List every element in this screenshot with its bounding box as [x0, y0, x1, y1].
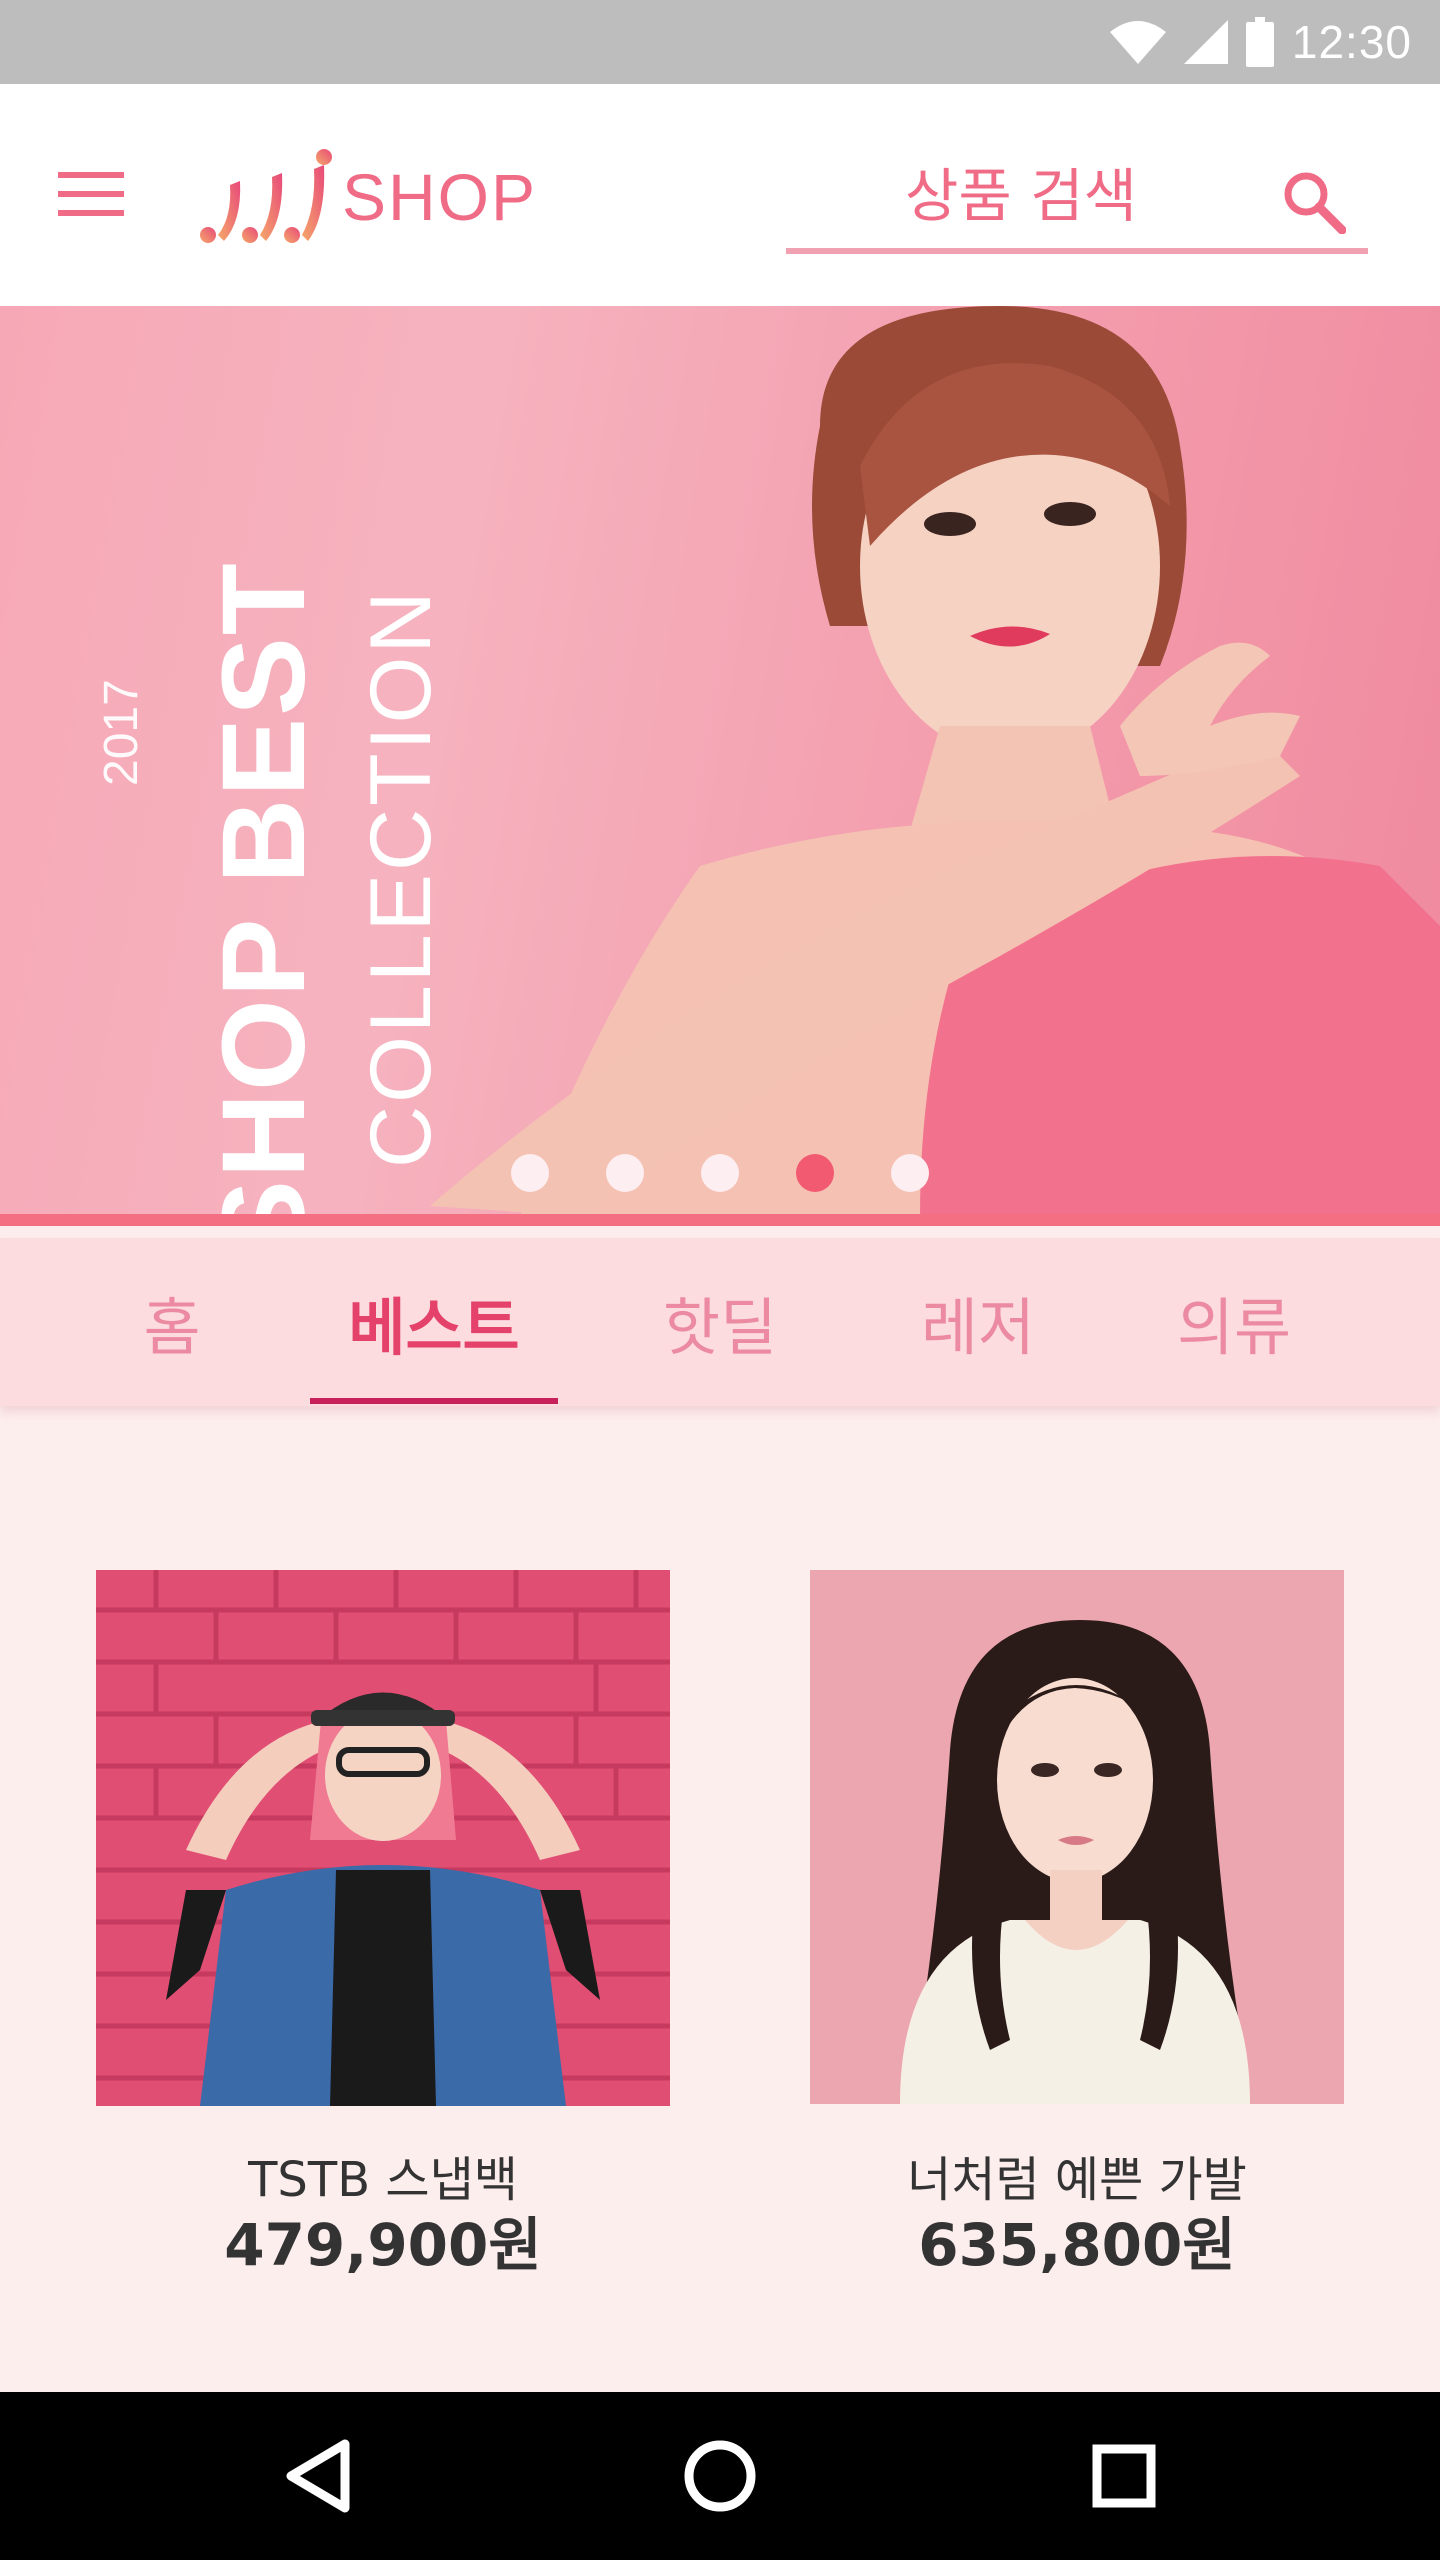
carousel-dot-active[interactable]: [796, 1154, 834, 1192]
tab-best[interactable]: 베스트: [310, 1238, 558, 1406]
product-price: 479,900원: [224, 2211, 542, 2279]
product-image[interactable]: [810, 1570, 1344, 2104]
menu-icon: [58, 172, 124, 216]
signal-icon: [1183, 20, 1228, 64]
back-button[interactable]: [268, 2426, 368, 2526]
menu-button[interactable]: [46, 154, 136, 234]
tab-leisure[interactable]: 레저: [874, 1238, 1082, 1406]
recents-button[interactable]: [1074, 2426, 1174, 2526]
system-nav-bar: [0, 2392, 1440, 2560]
home-icon: [684, 2440, 756, 2512]
category-tabs: 홈 베스트 핫딜 레저 의류: [0, 1238, 1440, 1406]
product-card[interactable]: 너처럼 예쁜 가발 635,800원: [810, 1570, 1344, 2290]
shop-logo[interactable]: SHOP: [196, 142, 537, 252]
status-bar: 12:30: [0, 0, 1440, 84]
tab-hotdeal[interactable]: 핫딜: [616, 1238, 824, 1406]
logo-mark-icon: [200, 149, 332, 243]
search-box[interactable]: [786, 144, 1368, 254]
promo-banner[interactable]: 2017 JS SHOP BEST COLLECTION: [0, 306, 1440, 1226]
recents-icon: [1092, 2444, 1156, 2508]
product-card[interactable]: TSTB 스냅백 479,900원: [96, 1570, 670, 2290]
product-price: 635,800원: [918, 2211, 1236, 2279]
banner-year: 2017: [95, 679, 148, 786]
banner-model-image: [430, 306, 1440, 1216]
banner-divider: [0, 1214, 1440, 1226]
carousel-dot[interactable]: [511, 1154, 549, 1192]
status-time: 12:30: [1291, 16, 1412, 68]
active-tab-indicator: [310, 1398, 558, 1404]
home-button[interactable]: [670, 2426, 770, 2526]
carousel-indicator: [0, 1154, 1440, 1194]
tab-clothing[interactable]: 의류: [1130, 1238, 1338, 1406]
back-icon: [286, 2439, 350, 2513]
wifi-icon: [1109, 21, 1166, 64]
logo-text: SHOP: [342, 160, 538, 234]
carousel-dot[interactable]: [701, 1154, 739, 1192]
tab-home[interactable]: 홈: [92, 1238, 252, 1406]
battery-icon: [1245, 17, 1274, 67]
banner-title: JS SHOP BEST: [198, 561, 330, 1226]
app-header: SHOP: [0, 84, 1440, 306]
search-icon: [1284, 172, 1346, 234]
search-input[interactable]: [786, 144, 1256, 248]
banner-subtitle: COLLECTION: [353, 588, 449, 1168]
carousel-dot[interactable]: [891, 1154, 929, 1192]
product-image[interactable]: [96, 1570, 670, 2106]
product-photo-snapback: [96, 1570, 670, 2106]
search-button[interactable]: [1274, 162, 1354, 242]
carousel-dot[interactable]: [606, 1154, 644, 1192]
product-photo-wig: [900, 1620, 1250, 2104]
